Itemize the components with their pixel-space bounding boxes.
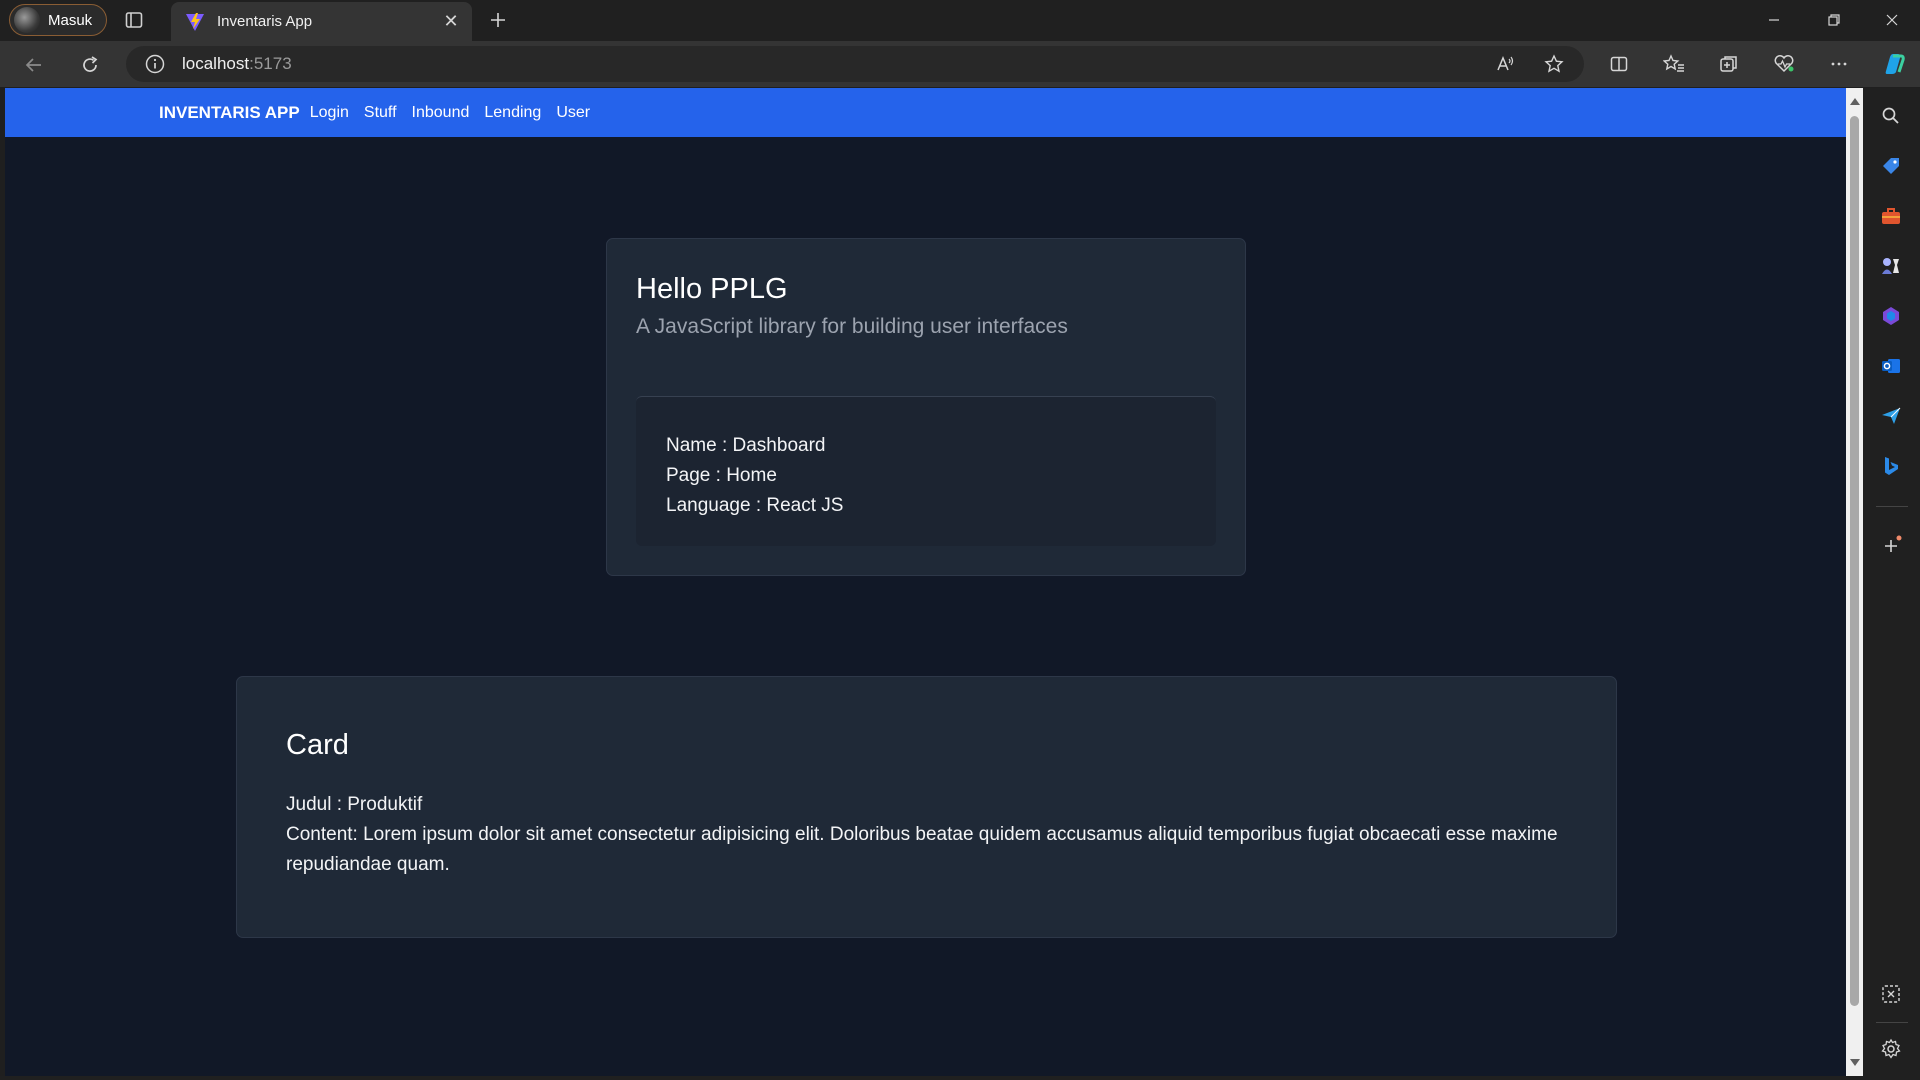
window-bottom-edge xyxy=(0,1076,1920,1080)
send-icon[interactable] xyxy=(1876,401,1906,431)
read-aloud-icon[interactable] xyxy=(1489,48,1521,80)
sidebar-divider xyxy=(1876,506,1908,507)
settings-gear-icon[interactable] xyxy=(1876,1034,1906,1064)
hero-subtitle: A JavaScript library for building user i… xyxy=(636,315,1068,338)
copilot-icon[interactable] xyxy=(1878,48,1910,80)
search-icon[interactable] xyxy=(1876,101,1906,131)
detail-name: Name : Dashboard xyxy=(666,435,826,456)
profile-label: Masuk xyxy=(48,11,93,29)
nav-link-login[interactable]: Login xyxy=(310,104,349,122)
favorites-icon[interactable] xyxy=(1658,48,1690,80)
favorite-star-icon[interactable] xyxy=(1538,48,1570,80)
games-icon[interactable] xyxy=(1876,251,1906,281)
details-box: Name : Dashboard Page : Home Language : … xyxy=(636,396,1216,546)
card-content: Content: Lorem ipsum dolor sit amet cons… xyxy=(286,824,1558,875)
site-info-icon[interactable] xyxy=(144,53,166,75)
nav-link-user[interactable]: User xyxy=(556,104,590,122)
add-sidebar-app-icon[interactable] xyxy=(1876,531,1906,561)
url-port: :5173 xyxy=(249,54,292,73)
edge-sidebar xyxy=(1863,88,1920,1080)
url-host: localhost xyxy=(182,54,250,73)
nav-link-stuff[interactable]: Stuff xyxy=(364,104,397,122)
outlook-icon[interactable] xyxy=(1876,351,1906,381)
reload-icon[interactable] xyxy=(74,49,106,81)
shopping-tag-icon[interactable] xyxy=(1876,151,1906,181)
nav-link-lending[interactable]: Lending xyxy=(484,104,541,122)
detail-page: Page : Home xyxy=(666,465,777,486)
scroll-thumb[interactable] xyxy=(1850,116,1859,1006)
app-brand[interactable]: INVENTARIS APP xyxy=(159,103,300,123)
content-card: Card Judul : Produktif Content: Lorem ip… xyxy=(236,676,1617,938)
browser-essentials-icon[interactable] xyxy=(1768,48,1800,80)
tools-icon[interactable] xyxy=(1876,201,1906,231)
screenshot-icon[interactable] xyxy=(1876,979,1906,1009)
app-navbar: INVENTARIS APP Login Stuff Inbound Lendi… xyxy=(5,88,1846,137)
sidebar-divider-bottom xyxy=(1876,1022,1908,1023)
new-tab-icon[interactable] xyxy=(484,6,512,34)
page-scrollbar[interactable] xyxy=(1846,88,1863,1076)
scroll-down-icon[interactable] xyxy=(1850,1059,1860,1066)
minimize-icon[interactable] xyxy=(1746,0,1802,40)
profile-button[interactable]: Masuk xyxy=(9,4,107,36)
microsoft-365-icon[interactable] xyxy=(1876,301,1906,331)
window-close-icon[interactable] xyxy=(1864,0,1920,40)
browser-tab-strip: Masuk Inventaris App ✕ xyxy=(0,0,1920,41)
browser-toolbar: localhost:5173 xyxy=(0,41,1920,87)
nav-link-inbound[interactable]: Inbound xyxy=(412,104,470,122)
tab-close-icon[interactable]: ✕ xyxy=(436,7,466,37)
address-bar[interactable]: localhost:5173 xyxy=(126,46,1584,82)
split-screen-icon[interactable] xyxy=(1603,48,1635,80)
tab-actions-icon[interactable] xyxy=(124,10,144,30)
hero-title: Hello PPLG xyxy=(636,273,788,305)
tab-title: Inventaris App xyxy=(217,13,313,30)
hero-card: Hello PPLG A JavaScript library for buil… xyxy=(606,238,1246,576)
card-title: Card xyxy=(286,729,349,761)
detail-language: Language : React JS xyxy=(666,495,844,516)
scroll-up-icon[interactable] xyxy=(1850,98,1860,105)
bing-icon[interactable] xyxy=(1876,451,1906,481)
page-viewport: INVENTARIS APP Login Stuff Inbound Lendi… xyxy=(5,88,1846,1076)
vite-favicon-icon xyxy=(186,12,204,31)
tab-inventaris-app[interactable]: Inventaris App ✕ xyxy=(171,2,472,41)
profile-avatar xyxy=(14,7,40,33)
collections-icon[interactable] xyxy=(1713,48,1745,80)
card-judul: Judul : Produktif xyxy=(286,794,423,815)
more-options-icon[interactable] xyxy=(1823,48,1855,80)
back-icon[interactable] xyxy=(18,49,50,81)
restore-icon[interactable] xyxy=(1806,0,1862,40)
